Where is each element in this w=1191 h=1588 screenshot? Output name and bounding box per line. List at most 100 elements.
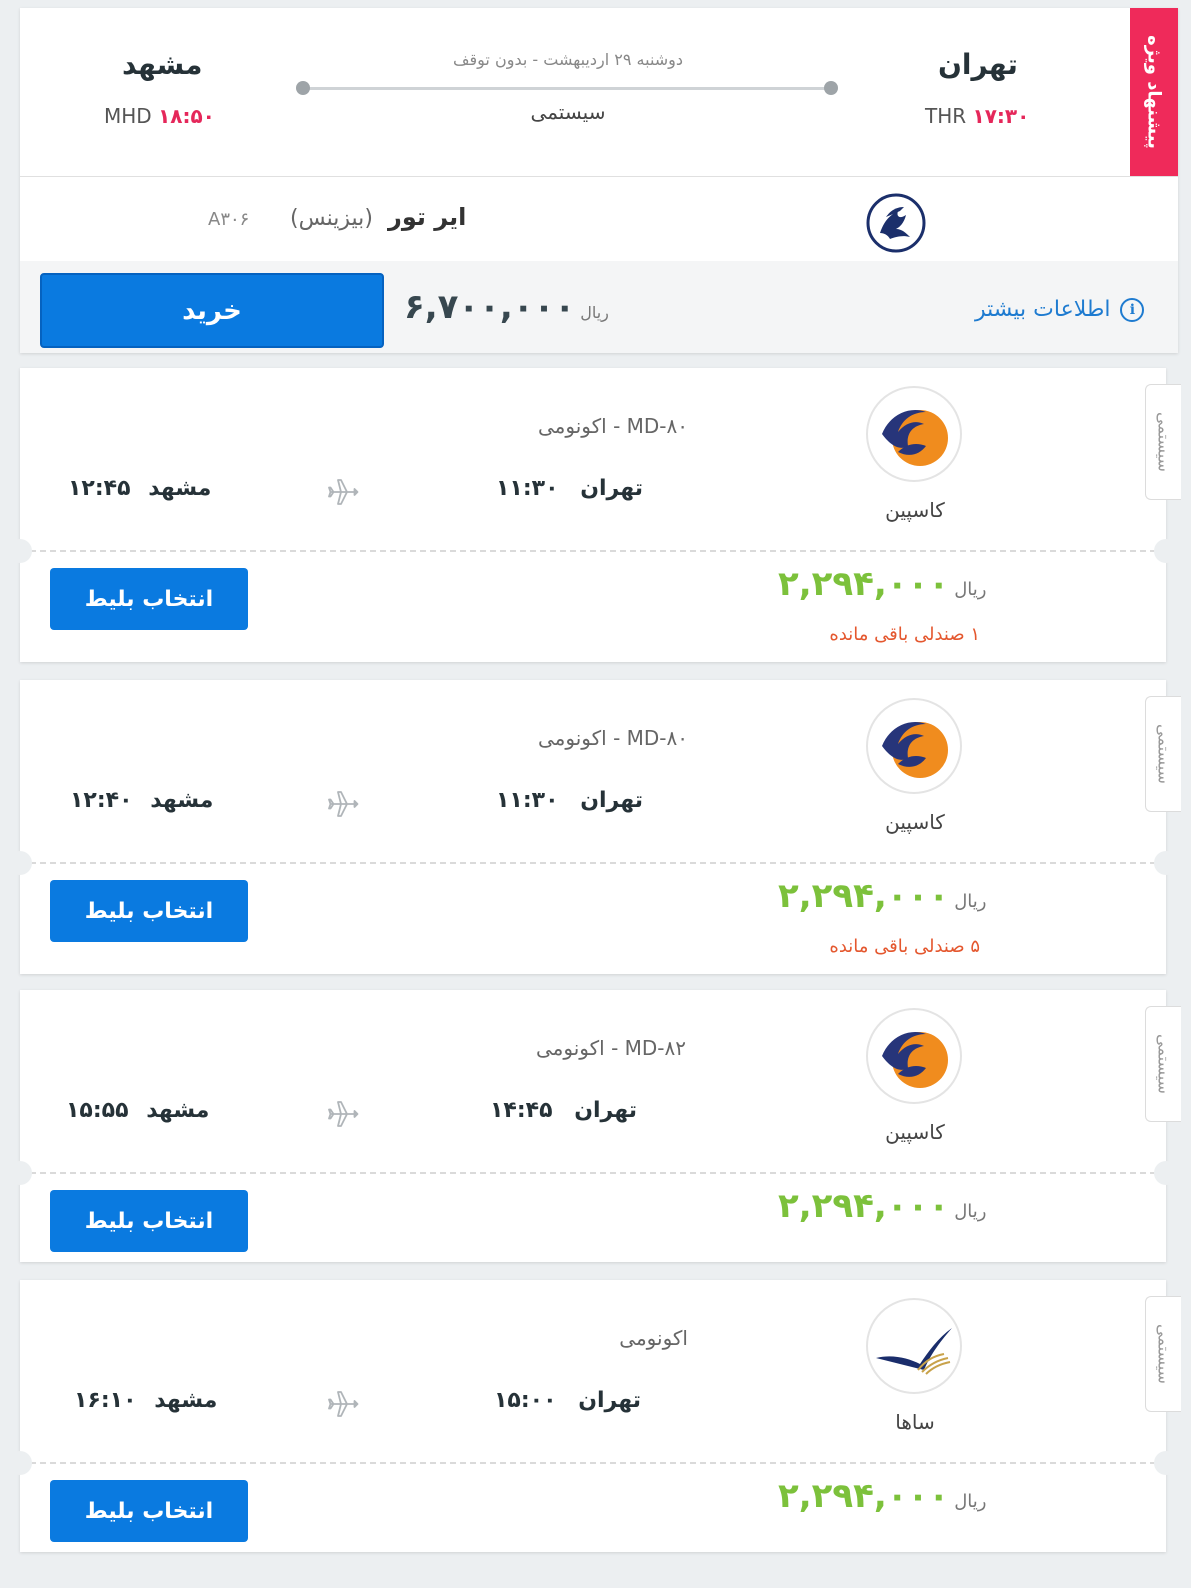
departure: ۱۵:۰۰ تهران [494,1388,641,1413]
special-flight-number: A۳۰۶ [208,209,250,230]
flight-type-tab-label: سیستمی [1154,1324,1173,1384]
departure-city: تهران [574,1098,637,1123]
arrival-city: مشهد [148,476,212,501]
destination-time: ۱۸:۵۰ [158,104,215,128]
caspian-logo-icon [866,698,962,794]
arrival-time: ۱۶:۱۰ [74,1388,137,1413]
price: ۲,۲۹۴,۰۰۰ [778,1476,950,1516]
departure-time: ۱۱:۳۰ [496,788,559,813]
seats-remaining: ۱ صندلی باقی مانده [829,624,980,645]
notch [8,1161,32,1185]
plane-icon [328,1101,359,1127]
origin-time: ۱۷:۳۰ [972,104,1030,128]
airline-name: کاسپین [885,1120,945,1144]
plane-icon [328,479,359,505]
flight-card[interactable]: سیستمی کاسپین MD-۸۲ - اکونومی ۱۴:۴۵ تهرا… [8,990,1181,1262]
flight-type-tab-label: سیستمی [1154,724,1173,784]
flight-card[interactable]: سیستمی کاسپین MD-۸۰ - اکونومی ۱۱:۳۰ تهرا… [8,368,1181,662]
caspian-logo-icon [866,1008,962,1104]
special-currency: ریال [580,303,609,322]
notch [8,539,32,563]
caspian-logo-icon [866,386,962,482]
special-airline-name: ایر تور [388,203,467,231]
special-offer-card[interactable]: پیشنهاد ویژه تهران THR ۱۷:۳۰ مشهد MHD ۱۸… [20,8,1178,353]
arrival: ۱۶:۱۰ مشهد [74,1388,217,1413]
aircraft-class: MD-۸۰ - اکونومی [538,726,688,750]
iran-airtour-logo-icon [866,193,926,253]
card-divider [20,550,1166,552]
departure: ۱۱:۳۰ تهران [496,788,643,813]
airline-name: کاسپین [885,810,945,834]
route-dot-start [296,81,310,95]
route-dot-end [824,81,838,95]
special-payment-section: خرید ریال ۶,۷۰۰,۰۰۰ اطلاعات بیشتر i [20,261,1178,353]
arrival: ۱۲:۴۰ مشهد [70,788,213,813]
departure: ۱۱:۳۰ تهران [496,476,643,501]
arrival-city: مشهد [150,788,214,813]
card-divider [20,862,1166,864]
buy-button[interactable]: خرید [40,273,384,348]
flight-type: سیستمی [530,100,606,124]
price: ۲,۲۹۴,۰۰۰ [778,876,950,916]
card-divider [20,1462,1166,1464]
price: ۲,۲۹۴,۰۰۰ [778,1186,950,1226]
ribbon-label: پیشنهاد ویژه [1143,35,1165,149]
arrival-city: مشهد [146,1098,210,1123]
seats-remaining: ۵ صندلی باقی مانده [829,936,980,957]
currency: ریال [954,579,987,600]
notch [1154,851,1178,875]
flight-type-tab: سیستمی [1145,1296,1181,1412]
aircraft-class: MD-۸۰ - اکونومی [538,414,688,438]
departure: ۱۴:۴۵ تهران [490,1098,637,1123]
select-ticket-button[interactable]: انتخاب بلیط [50,1190,248,1252]
plane-icon [328,1391,359,1417]
arrival: ۱۲:۴۵ مشهد [68,476,211,501]
airline-name: ساها [895,1410,935,1434]
notch [1154,1161,1178,1185]
select-ticket-button[interactable]: انتخاب بلیط [50,1480,248,1542]
currency: ریال [954,891,987,912]
arrival-time: ۱۲:۴۰ [70,788,133,813]
price-block: ریال ۲,۲۹۴,۰۰۰ [778,876,986,916]
destination-city: مشهد [122,48,203,81]
flight-card[interactable]: سیستمی ساها اکونومی ۱۵:۰۰ تهران ۱۶:۱۰ مش… [8,1280,1181,1552]
notch [1154,1451,1178,1475]
flight-type-tab-label: سیستمی [1154,1034,1173,1094]
flight-type-tab: سیستمی [1145,696,1181,812]
arrival-city: مشهد [154,1388,218,1413]
departure-city: تهران [580,476,643,501]
special-offer-ribbon: پیشنهاد ویژه [1130,8,1178,176]
flight-type-tab-label: سیستمی [1154,412,1173,472]
saha-logo-icon [866,1298,962,1394]
special-route-section: پیشنهاد ویژه تهران THR ۱۷:۳۰ مشهد MHD ۱۸… [20,8,1178,176]
select-ticket-button[interactable]: انتخاب بلیط [50,880,248,942]
airline-name: کاسپین [885,498,945,522]
card-divider [20,1172,1166,1174]
arrival: ۱۵:۵۵ مشهد [66,1098,209,1123]
special-price-block: ریال ۶,۷۰۰,۰۰۰ [404,287,609,327]
departure-time: ۱۴:۴۵ [490,1098,553,1123]
destination-code: MHD [104,104,152,128]
select-ticket-button[interactable]: انتخاب بلیط [50,568,248,630]
departure-city: تهران [580,788,643,813]
special-class: (بیزینس) [290,206,373,231]
more-info-link[interactable]: اطلاعات بیشتر i [975,297,1145,322]
flight-type-tab: سیستمی [1145,384,1181,500]
info-icon: i [1120,297,1145,322]
more-info-label: اطلاعات بیشتر [975,297,1111,322]
price-block: ریال ۲,۲۹۴,۰۰۰ [778,1186,986,1226]
departure-time: ۱۱:۳۰ [496,476,559,501]
price-block: ریال ۲,۲۹۴,۰۰۰ [778,564,986,604]
departure-time: ۱۵:۰۰ [494,1388,557,1413]
flight-type-tab: سیستمی [1145,1006,1181,1122]
flight-card[interactable]: سیستمی کاسپین MD-۸۰ - اکونومی ۱۱:۳۰ تهرا… [8,680,1181,974]
currency: ریال [954,1491,987,1512]
price-block: ریال ۲,۲۹۴,۰۰۰ [778,1476,986,1516]
arrival-time: ۱۲:۴۵ [68,476,131,501]
aircraft-class: اکونومی [619,1326,688,1350]
origin-code: THR [925,104,967,128]
plane-icon [328,791,359,817]
notch [8,851,32,875]
departure-city: تهران [578,1388,641,1413]
aircraft-class: MD-۸۲ - اکونومی [536,1036,686,1060]
